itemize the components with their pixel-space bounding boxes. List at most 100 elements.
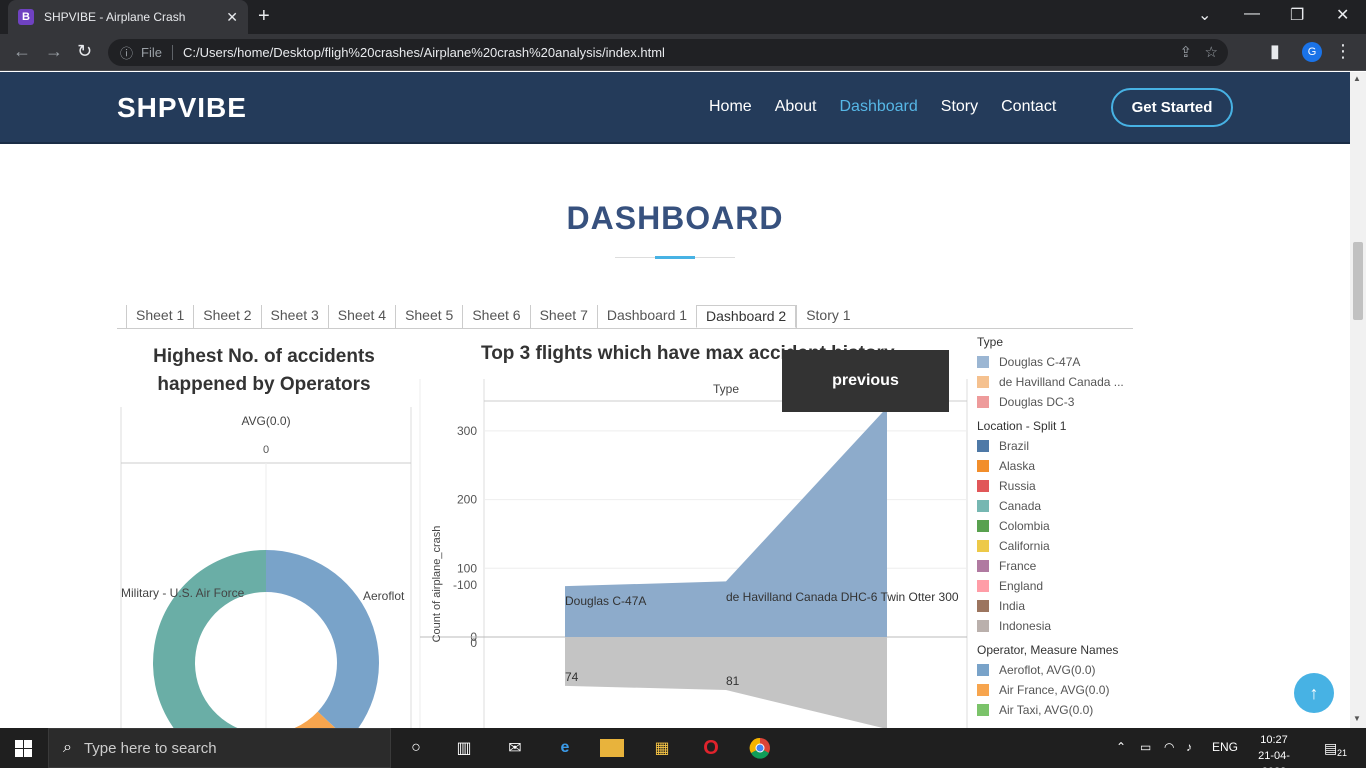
legend-swatch [977,460,989,472]
tray-expand-icon[interactable]: ⌃ [1116,740,1126,754]
close-tab-icon[interactable]: ✕ [226,9,238,26]
language-indicator[interactable]: ENG [1212,740,1238,754]
battery-icon[interactable]: ▭ [1140,740,1151,754]
tab-search-icon[interactable]: ⌄ [1198,5,1211,25]
nav-dashboard[interactable]: Dashboard [840,98,918,116]
nav-story[interactable]: Story [941,98,978,116]
legend-label: Canada [999,499,1042,513]
legend-label: de Havilland Canada ... [999,375,1124,389]
legend-location-brazil[interactable]: Brazil [977,436,1133,456]
browser-tab[interactable]: B SHPVIBE - Airplane Crash ✕ [8,0,248,34]
legend-location-france[interactable]: France [977,556,1133,576]
area-y-tick: 300 [457,424,477,438]
notifications-icon[interactable]: ▤ [1324,740,1337,757]
legend-swatch [977,664,989,676]
new-tab-icon[interactable]: + [258,5,270,28]
store-icon[interactable]: ▦ [650,736,674,760]
tab-story-1[interactable]: Story 1 [796,305,859,328]
legend-swatch [977,560,989,572]
legend-type-douglas-dc-3[interactable]: Douglas DC-3 [977,392,1133,412]
donut-slice-military-u-s-air-force[interactable] [153,550,266,728]
mail-icon[interactable]: ✉ [503,736,527,760]
legend-operator-air-france-avg-0-0-[interactable]: Air France, AVG(0.0) [977,680,1133,700]
legend-type-de-havilland-canada-[interactable]: de Havilland Canada ... [977,372,1133,392]
opera-icon[interactable]: O [699,736,723,760]
legend-label: Brazil [999,439,1030,453]
clock-time: 10:27 [1260,734,1288,746]
page-scrollbar[interactable]: ▲ ▼ [1350,72,1366,728]
search-placeholder: Type here to search [83,739,217,757]
legend-swatch [977,356,989,368]
legend-swatch [977,396,989,408]
cortana-icon[interactable]: ○ [404,736,428,760]
back-to-top-button[interactable]: ↑ [1294,673,1334,713]
legend-label: Air France, AVG(0.0) [999,683,1110,697]
tab-sheet-6[interactable]: Sheet 6 [462,305,529,328]
side-panel-icon[interactable]: ▮ [1270,41,1280,62]
legend-location-colombia[interactable]: Colombia [977,516,1133,536]
previous-tooltip[interactable]: previous [782,350,949,412]
tab-dashboard-2[interactable]: Dashboard 2 [696,305,797,328]
area-value-2: 81 [726,674,740,688]
legend-swatch [977,600,989,612]
tab-sheet-2[interactable]: Sheet 2 [193,305,260,328]
chrome-icon[interactable] [748,736,772,760]
tab-sheet-1[interactable]: Sheet 1 [126,305,193,328]
nav-about[interactable]: About [775,98,817,116]
restore-icon[interactable]: ❐ [1290,5,1304,25]
tab-sheet-5[interactable]: Sheet 5 [395,305,462,328]
scroll-down-icon[interactable]: ▼ [1353,714,1361,723]
area-y-axis-label: Count of airplane_crash [431,526,443,643]
legend-location-canada[interactable]: Canada [977,496,1133,516]
chart-legend: Type Douglas C-47A de Havilland Canada ..… [977,335,1133,720]
tab-sheet-3[interactable]: Sheet 3 [260,305,328,328]
legend-operator-title: Operator, Measure Names [977,643,1119,657]
info-icon[interactable]: ⓘ [120,43,133,62]
url-field[interactable]: ⓘ File C:/Users/home/Desktop/fligh%20cra… [108,39,1228,66]
legend-location-england[interactable]: England [977,576,1133,596]
scroll-up-icon[interactable]: ▲ [1353,74,1361,83]
menu-icon[interactable]: ⋮ [1334,41,1352,62]
site-logo[interactable]: SHPVIBE [117,92,247,124]
legend-label: Aeroflot, AVG(0.0) [999,663,1096,677]
forward-icon[interactable]: → [45,41,63,62]
profile-avatar[interactable]: G [1302,42,1322,62]
tab-sheet-7[interactable]: Sheet 7 [529,305,597,328]
back-icon[interactable]: ← [13,41,31,62]
area-lower-y-tick: -100 [453,578,477,592]
donut-slice-aeroflot[interactable] [266,550,379,728]
close-window-icon[interactable]: ✕ [1336,5,1349,25]
legend-label: France [999,559,1037,573]
volume-icon[interactable]: ♪ [1186,740,1192,754]
donut-header-value: 0 [263,444,269,456]
legend-swatch [977,684,989,696]
share-and-bookmark-icons[interactable]: ⇪ ☆ [1179,43,1218,61]
legend-location-alaska[interactable]: Alaska [977,456,1133,476]
file-explorer-icon[interactable] [600,739,624,757]
legend-type-douglas-c-47a[interactable]: Douglas C-47A [977,352,1133,372]
legend-location-california[interactable]: California [977,536,1133,556]
tab-dashboard-1[interactable]: Dashboard 1 [596,305,696,328]
minimize-icon[interactable]: — [1244,5,1260,23]
nav-contact[interactable]: Contact [1001,98,1056,116]
url-text[interactable]: C:/Users/home/Desktop/fligh%20crashes/Ai… [183,45,665,60]
legend-location-indonesia[interactable]: Indonesia [977,616,1133,636]
legend-operator-aeroflot-avg-0-0-[interactable]: Aeroflot, AVG(0.0) [977,660,1133,680]
wifi-icon[interactable]: ◠ [1164,740,1174,754]
edge-icon[interactable]: e [553,736,577,760]
legend-location-india[interactable]: India [977,596,1133,616]
windows-start-icon[interactable] [15,740,32,757]
nav-home[interactable]: Home [709,98,752,116]
legend-swatch [977,440,989,452]
legend-operator-air-taxi-avg-0-0-[interactable]: Air Taxi, AVG(0.0) [977,700,1133,720]
legend-swatch [977,480,989,492]
task-view-icon[interactable]: ▥ [452,736,476,760]
scroll-thumb[interactable] [1353,242,1363,320]
tab-sheet-4[interactable]: Sheet 4 [327,305,395,328]
system-clock[interactable]: 10:27 21-04-2023 [1246,732,1302,780]
legend-location-russia[interactable]: Russia [977,476,1133,496]
reload-icon[interactable]: ↻ [77,41,92,62]
taskbar-search[interactable]: ⌕ Type here to search [48,728,391,768]
favicon-icon: B [18,9,34,25]
get-started-button[interactable]: Get Started [1111,88,1233,127]
